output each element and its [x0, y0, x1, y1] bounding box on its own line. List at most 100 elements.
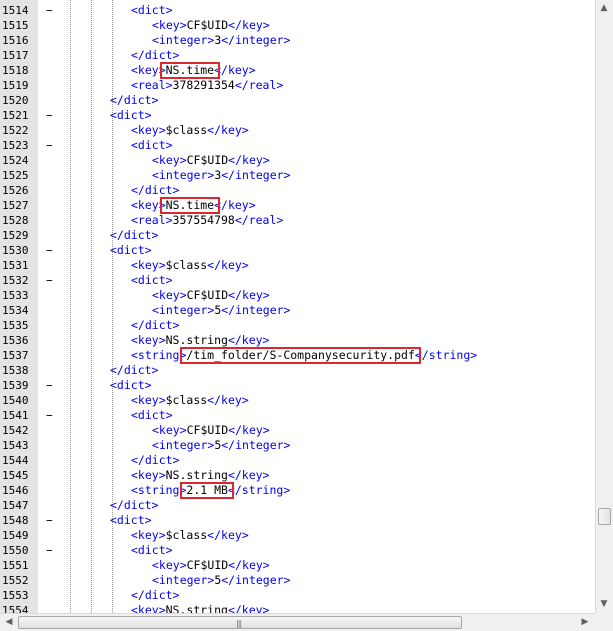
- xml-value: CF$UID: [186, 423, 229, 437]
- code-line[interactable]: 1538 </dict>: [0, 363, 595, 378]
- code-line[interactable]: 1518 <key>NS.time</key>: [0, 63, 595, 78]
- code-line[interactable]: 1515 <key>CF$UID</key>: [0, 18, 595, 33]
- code-line[interactable]: 1527 <key>NS.time</key>: [0, 198, 595, 213]
- code-line[interactable]: 1543 <integer>5</integer>: [0, 438, 595, 453]
- code-text: </dict>: [131, 588, 179, 603]
- arrow-right-icon[interactable]: ▶: [577, 614, 593, 630]
- xml-value: $class: [165, 258, 208, 272]
- xml-tag: </dict>: [131, 318, 180, 332]
- xml-tag: <integer>: [152, 573, 215, 587]
- xml-tag: <integer>: [152, 33, 215, 47]
- xml-tag: </key>: [214, 198, 256, 212]
- line-number: 1515: [2, 19, 29, 32]
- arrow-left-icon[interactable]: ◀: [1, 614, 17, 630]
- xml-tag: <key>: [131, 258, 166, 272]
- code-line[interactable]: 1541 − <dict>: [0, 408, 595, 423]
- line-number: 1554: [2, 604, 29, 613]
- code-line[interactable]: 1519 <real>378291354</real>: [0, 78, 595, 93]
- horizontal-scroll-thumb[interactable]: |||: [18, 616, 462, 629]
- code-line[interactable]: 1531 <key>$class</key>: [0, 258, 595, 273]
- line-number: 1525: [2, 169, 29, 182]
- line-number: 1548: [2, 514, 29, 527]
- code-line[interactable]: 1550 − <dict>: [0, 543, 595, 558]
- horizontal-scrollbar[interactable]: ◀ ||| ▶: [0, 613, 595, 631]
- xml-tag: </integer>: [221, 168, 291, 182]
- code-line[interactable]: 1551 <key>CF$UID</key>: [0, 558, 595, 573]
- code-line[interactable]: 1547 </dict>: [0, 498, 595, 513]
- code-line[interactable]: 1514 − <dict>: [0, 3, 595, 18]
- code-line[interactable]: 1549 <key>$class</key>: [0, 528, 595, 543]
- code-line[interactable]: 1532 − <dict>: [0, 273, 595, 288]
- arrow-up-icon[interactable]: ▲: [596, 0, 612, 16]
- code-line[interactable]: 1535 </dict>: [0, 318, 595, 333]
- code-line[interactable]: 1546 <string>2.1 MB</string>: [0, 483, 595, 498]
- code-line[interactable]: 1516 <integer>3</integer>: [0, 33, 595, 48]
- line-number: 1544: [2, 454, 29, 467]
- xml-tag: </integer>: [221, 33, 291, 47]
- fold-toggle-icon[interactable]: −: [46, 513, 56, 528]
- code-line[interactable]: 1533 <key>CF$UID</key>: [0, 288, 595, 303]
- code-line[interactable]: 1545 <key>NS.string</key>: [0, 468, 595, 483]
- code-line[interactable]: 1530 − <dict>: [0, 243, 595, 258]
- fold-toggle-icon[interactable]: −: [46, 108, 56, 123]
- highlight-box: [180, 347, 421, 364]
- code-text: </dict>: [131, 318, 179, 333]
- code-text: <key>CF$UID</key>: [152, 558, 270, 573]
- code-text: </dict>: [110, 363, 158, 378]
- code-line[interactable]: 1540 <key>$class</key>: [0, 393, 595, 408]
- xml-tag: <dict>: [131, 138, 173, 152]
- line-number: 1546: [2, 484, 29, 497]
- vertical-scrollbar[interactable]: ▲ ▼: [595, 0, 613, 613]
- xml-tag: </integer>: [221, 438, 291, 452]
- code-text: </dict>: [131, 453, 179, 468]
- code-line[interactable]: 1526 </dict>: [0, 183, 595, 198]
- highlight-box: [159, 62, 221, 79]
- fold-toggle-icon[interactable]: −: [46, 273, 56, 288]
- code-line[interactable]: 1553 </dict>: [0, 588, 595, 603]
- code-text: </dict>: [110, 93, 158, 108]
- line-number: 1538: [2, 364, 29, 377]
- code-line[interactable]: 1525 <integer>3</integer>: [0, 168, 595, 183]
- code-line[interactable]: 1528 <real>357554798</real>: [0, 213, 595, 228]
- fold-toggle-icon[interactable]: −: [46, 138, 56, 153]
- xml-tag: <dict>: [131, 543, 173, 557]
- code-line[interactable]: 1529 </dict>: [0, 228, 595, 243]
- code-line[interactable]: 1542 <key>CF$UID</key>: [0, 423, 595, 438]
- line-number: 1524: [2, 154, 29, 167]
- code-line[interactable]: 1522 <key>$class</key>: [0, 123, 595, 138]
- code-text: <key>CF$UID</key>: [152, 423, 270, 438]
- code-line[interactable]: 1554 <key>NS.string</key>: [0, 603, 595, 613]
- fold-toggle-icon[interactable]: −: [46, 543, 56, 558]
- code-editor[interactable]: 1514− <dict> 1515 <key>CF$UID</key> 1516 <int…: [0, 0, 595, 613]
- code-line[interactable]: 1544 </dict>: [0, 453, 595, 468]
- code-line[interactable]: 1534 <integer>5</integer>: [0, 303, 595, 318]
- xml-tag: <key>: [131, 468, 166, 482]
- code-line[interactable]: 1517 </dict>: [0, 48, 595, 63]
- code-line[interactable]: 1548 − <dict>: [0, 513, 595, 528]
- xml-value: $class: [165, 393, 208, 407]
- line-number: 1527: [2, 199, 29, 212]
- fold-toggle-icon[interactable]: −: [46, 408, 56, 423]
- code-line[interactable]: 1536 <key>NS.string</key>: [0, 333, 595, 348]
- code-line[interactable]: 1524 <key>CF$UID</key>: [0, 153, 595, 168]
- xml-tag: <key>: [131, 603, 166, 613]
- xml-tag: <integer>: [152, 168, 215, 182]
- xml-tag: <key>: [152, 18, 187, 32]
- line-number: 1529: [2, 229, 29, 242]
- fold-toggle-icon[interactable]: −: [46, 378, 56, 393]
- code-line[interactable]: 1520 </dict>: [0, 93, 595, 108]
- code-line[interactable]: 1523 − <dict>: [0, 138, 595, 153]
- line-number: 1532: [2, 274, 29, 287]
- line-number: 1526: [2, 184, 29, 197]
- fold-toggle-icon[interactable]: −: [46, 243, 56, 258]
- code-text: <integer>5</integer>: [152, 573, 291, 588]
- xml-tag: <real>: [131, 213, 173, 227]
- xml-tag: <dict>: [110, 243, 152, 257]
- code-line[interactable]: 1539 − <dict>: [0, 378, 595, 393]
- code-line[interactable]: 1521 − <dict>: [0, 108, 595, 123]
- line-number: 1535: [2, 319, 29, 332]
- arrow-down-icon[interactable]: ▼: [596, 596, 612, 612]
- code-line[interactable]: 1552 <integer>5</integer>: [0, 573, 595, 588]
- fold-toggle-icon[interactable]: −: [46, 3, 56, 18]
- vertical-scroll-thumb[interactable]: [598, 508, 611, 525]
